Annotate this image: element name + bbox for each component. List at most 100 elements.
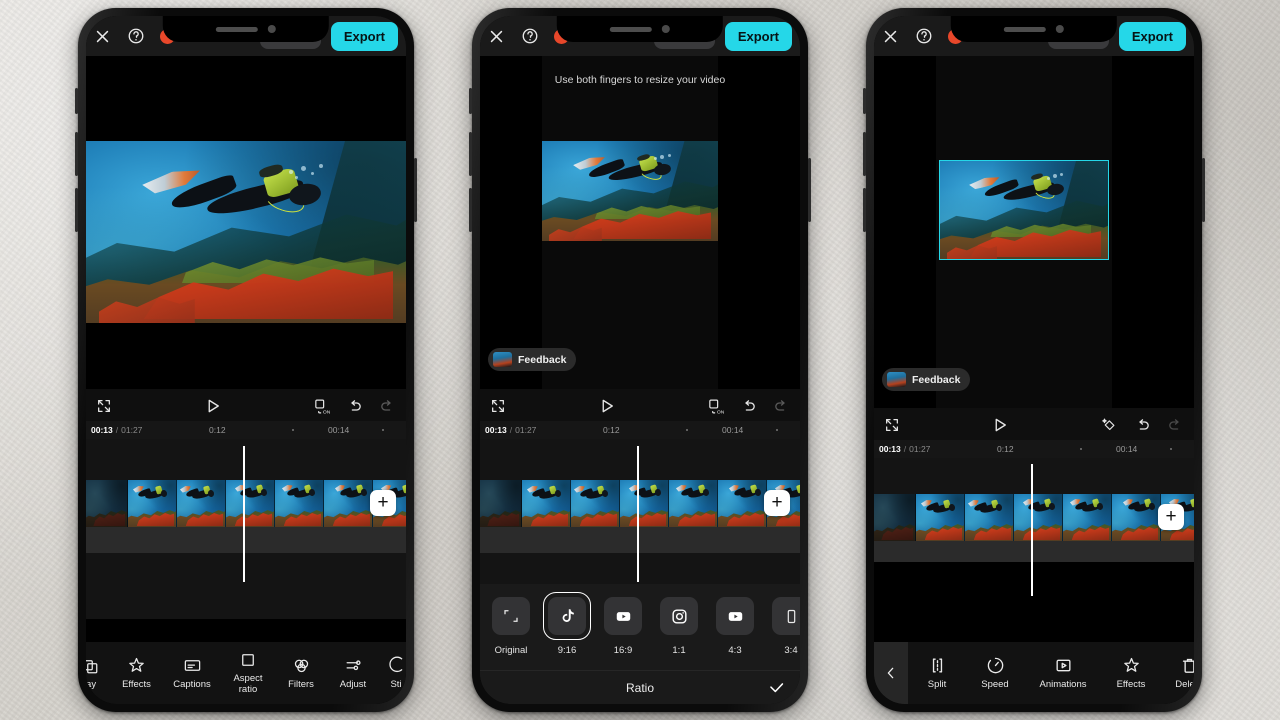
phone-power-button[interactable] <box>414 158 417 222</box>
timeline-frame[interactable] <box>522 480 571 527</box>
feedback-button[interactable]: Feedback <box>882 368 971 391</box>
ratio-option-original[interactable]: Original <box>487 592 535 656</box>
phone-power-button[interactable] <box>808 158 811 222</box>
back-button[interactable] <box>874 642 908 704</box>
help-circle-icon[interactable] <box>127 27 145 45</box>
timeline-frame[interactable] <box>177 480 226 527</box>
help-circle-icon[interactable] <box>915 27 933 45</box>
export-button[interactable]: Export <box>724 21 792 51</box>
filmstrip[interactable] <box>86 480 406 527</box>
phone-mute-button[interactable] <box>863 88 866 114</box>
video-stage[interactable] <box>480 56 800 389</box>
timeline-frame[interactable] <box>226 480 275 527</box>
filmstrip[interactable] <box>480 480 800 527</box>
video-stage[interactable] <box>874 56 1194 408</box>
phone-volume-up-button[interactable] <box>863 132 866 176</box>
copy-on-icon[interactable]: ON <box>313 398 330 415</box>
play-icon[interactable] <box>598 397 616 415</box>
phone-power-button[interactable] <box>1202 158 1205 222</box>
phone-volume-up-button[interactable] <box>469 132 472 176</box>
undo-icon[interactable] <box>346 398 363 415</box>
time-ruler[interactable]: 00:13 / 01:27 0:12 00:14 00:16 <box>874 440 1194 458</box>
video-preview[interactable] <box>939 160 1109 260</box>
timeline-frame[interactable] <box>275 480 324 527</box>
export-button[interactable]: Export <box>330 21 398 51</box>
timeline-frame[interactable] <box>480 480 522 527</box>
timeline-frame[interactable] <box>718 480 767 527</box>
playhead[interactable] <box>243 446 245 582</box>
check-icon[interactable] <box>767 678 786 697</box>
expand-icon[interactable] <box>490 398 506 414</box>
tool-delete[interactable]: Delete <box>1160 656 1194 690</box>
timeline-track[interactable]: + <box>480 439 800 584</box>
tool-effects[interactable]: Effects <box>1102 656 1160 690</box>
tool-split[interactable]: Split <box>908 656 966 690</box>
time-ruler[interactable]: 00:13 / 01:27 0:12 00:14 00:16 <box>86 421 406 439</box>
phone-volume-down-button[interactable] <box>863 188 866 232</box>
playhead[interactable] <box>637 446 639 582</box>
redo-icon[interactable] <box>1167 417 1184 434</box>
redo-icon[interactable] <box>773 398 790 415</box>
magic-diamond-icon[interactable] <box>1100 416 1118 434</box>
tool-overlay[interactable]: lay <box>86 657 110 690</box>
export-button[interactable]: Export <box>1118 21 1186 51</box>
timeline-frame[interactable] <box>669 480 718 527</box>
video-preview[interactable] <box>86 141 406 323</box>
audio-track[interactable] <box>86 527 406 553</box>
feedback-button[interactable]: Feedback <box>488 348 577 371</box>
ratio-option-1-1[interactable]: 1:1 <box>655 592 703 656</box>
expand-icon[interactable] <box>884 417 900 433</box>
time-ruler[interactable]: 00:13 / 01:27 0:12 00:14 00:16 <box>480 421 800 439</box>
tool-animations[interactable]: Animations <box>1024 656 1102 690</box>
phone-mute-button[interactable] <box>469 88 472 114</box>
ratio-option-3-4[interactable]: 3:4 <box>767 592 800 656</box>
timeline-frame[interactable] <box>620 480 669 527</box>
ratio-option-16-9[interactable]: 16:9 <box>599 592 647 656</box>
timeline-frame[interactable] <box>571 480 620 527</box>
close-icon[interactable] <box>488 28 505 45</box>
tool-effects[interactable]: Effects <box>110 656 163 690</box>
video-preview[interactable] <box>542 141 718 241</box>
copy-on-icon[interactable]: ON <box>707 398 724 415</box>
tool-filters[interactable]: Filters <box>275 656 327 690</box>
add-clip-button[interactable]: + <box>764 490 790 516</box>
tool-captions[interactable]: Captions <box>163 656 221 690</box>
ratio-options-list[interactable]: Original 9:16 16:9 1:1 4:3 3:4 <box>480 584 800 656</box>
video-stage[interactable] <box>86 56 406 389</box>
phone-volume-down-button[interactable] <box>75 188 78 232</box>
phone-volume-down-button[interactable] <box>469 188 472 232</box>
timeline-frame[interactable] <box>874 494 916 541</box>
redo-icon[interactable] <box>379 398 396 415</box>
ratio-option-9-16[interactable]: 9:16 <box>543 592 591 656</box>
close-icon[interactable] <box>882 28 899 45</box>
timeline-frame[interactable] <box>965 494 1014 541</box>
ratio-option-4-3[interactable]: 4:3 <box>711 592 759 656</box>
play-icon[interactable] <box>991 416 1009 434</box>
timeline-frame[interactable] <box>1063 494 1112 541</box>
timeline-track[interactable]: + <box>86 439 406 619</box>
help-circle-icon[interactable] <box>521 27 539 45</box>
tool-speed[interactable]: Speed <box>966 656 1024 690</box>
timeline-track[interactable]: + <box>874 458 1194 562</box>
audio-track[interactable] <box>480 527 800 553</box>
undo-icon[interactable] <box>1134 417 1151 434</box>
timeline-frame[interactable] <box>1112 494 1161 541</box>
phone-volume-up-button[interactable] <box>75 132 78 176</box>
audio-track[interactable] <box>874 541 1194 562</box>
play-icon[interactable] <box>204 397 222 415</box>
add-clip-button[interactable]: + <box>370 490 396 516</box>
timeline-frame[interactable] <box>86 480 128 527</box>
add-clip-button[interactable]: + <box>1158 504 1184 530</box>
tool-aspect-ratio[interactable]: Aspect ratio <box>221 651 275 695</box>
close-icon[interactable] <box>94 28 111 45</box>
timeline-frame[interactable] <box>324 480 373 527</box>
timeline-frame[interactable] <box>1014 494 1063 541</box>
filmstrip[interactable] <box>874 494 1194 541</box>
timeline-frame[interactable] <box>916 494 965 541</box>
undo-icon[interactable] <box>740 398 757 415</box>
timeline-frame[interactable] <box>128 480 177 527</box>
phone-mute-button[interactable] <box>75 88 78 114</box>
tool-adjust[interactable]: Adjust <box>327 656 379 690</box>
tool-stickers[interactable]: Sti <box>379 656 406 690</box>
playhead[interactable] <box>1031 464 1033 596</box>
